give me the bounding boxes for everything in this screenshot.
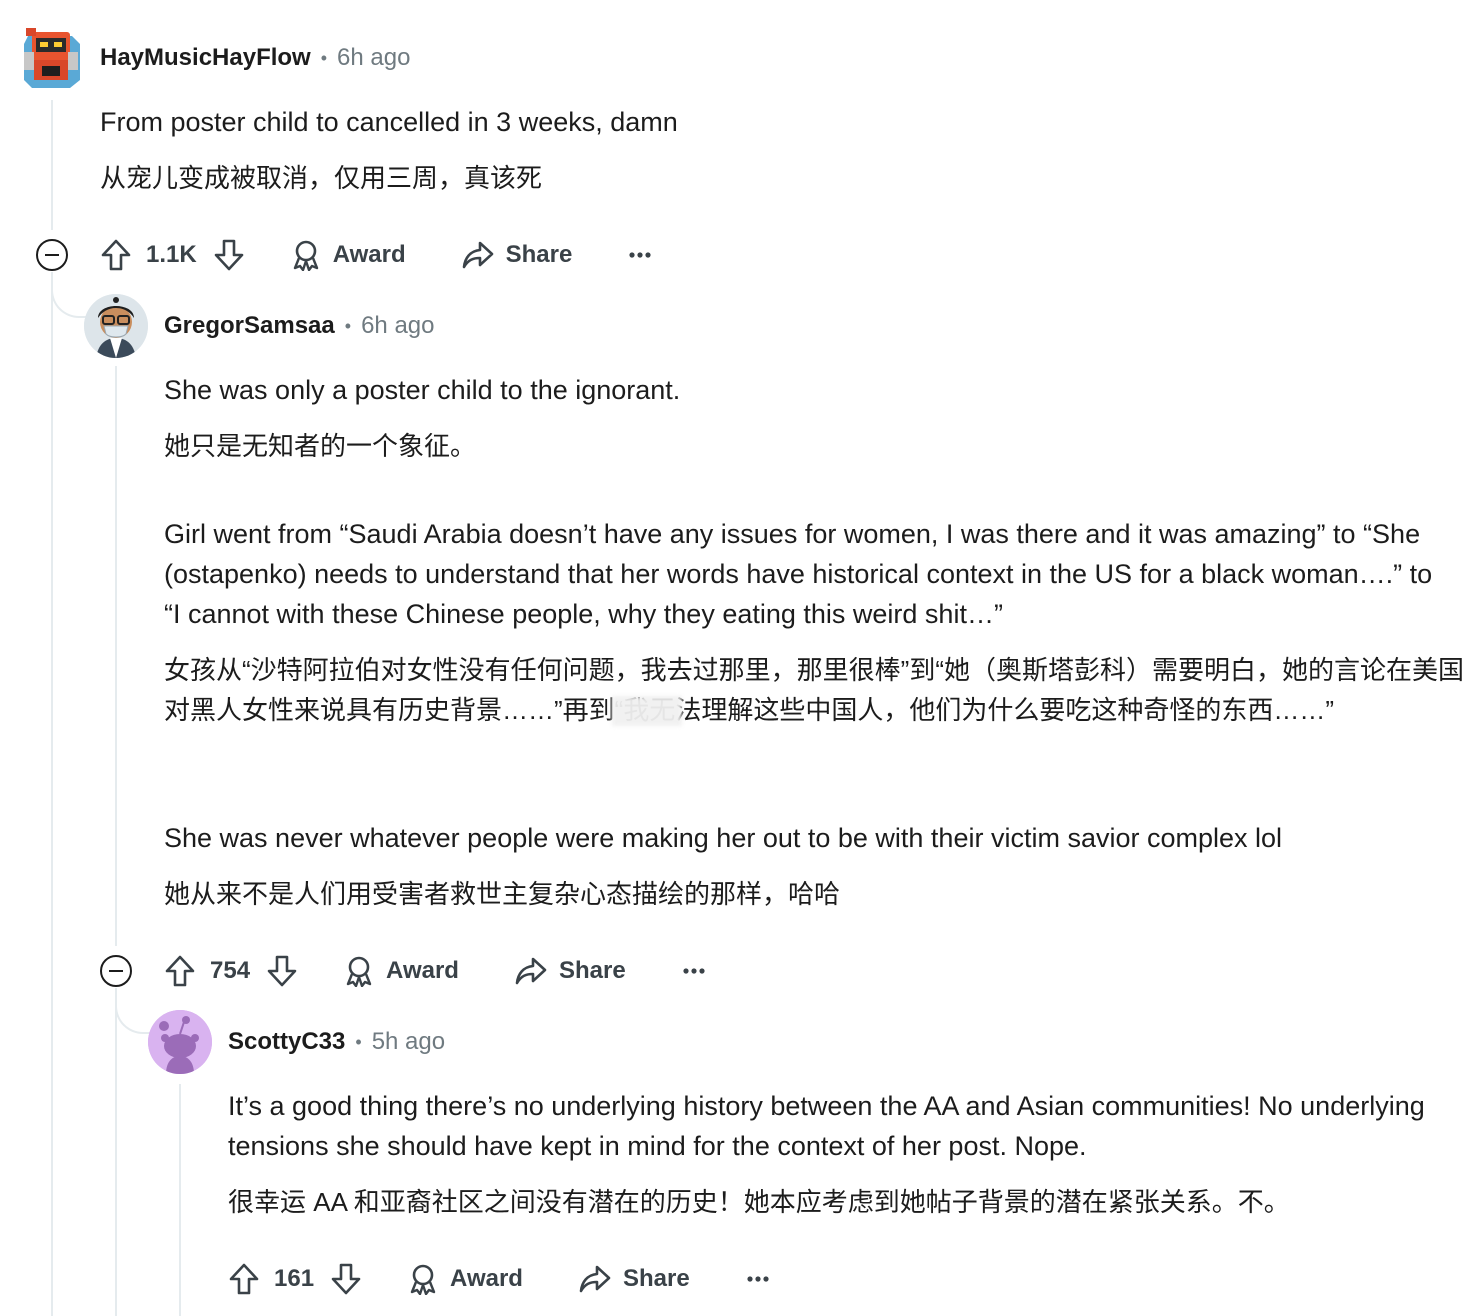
more-options-button[interactable] bbox=[628, 251, 652, 259]
share-button[interactable]: Share bbox=[462, 240, 573, 270]
masked-person-avatar-icon bbox=[84, 294, 148, 358]
award-label: Award bbox=[332, 241, 406, 268]
username[interactable]: ScottyC33 bbox=[228, 1028, 345, 1056]
thread-connector-reply-1 bbox=[51, 272, 87, 318]
separator-dot: • bbox=[344, 315, 352, 336]
comment-text-en: She was never whatever people were makin… bbox=[164, 823, 1283, 853]
collapse-thread-button[interactable] bbox=[36, 239, 68, 271]
comment-actions: 754 Award Share bbox=[164, 949, 706, 993]
avatar[interactable] bbox=[84, 294, 148, 358]
share-icon bbox=[515, 957, 547, 985]
thread-connector-reply-2 bbox=[115, 988, 151, 1034]
comment-meta: GregorSamsaa • 6h ago bbox=[164, 306, 434, 346]
comment-text-zh: 很幸运 AA 和亚裔社区之间没有潜在的历史！她本应考虑到她帖子背景的潜在紧张关系… bbox=[228, 1187, 1290, 1217]
upvote-icon[interactable] bbox=[164, 954, 196, 988]
comment-text-en: From poster child to cancelled in 3 week… bbox=[100, 107, 678, 137]
thread-line-reply-1 bbox=[115, 366, 117, 946]
ellipsis-icon bbox=[629, 252, 651, 258]
share-label: Share bbox=[505, 241, 573, 268]
upvote-icon[interactable] bbox=[100, 238, 132, 272]
comment-text-zh: 女孩从“沙特阿拉伯对女性没有任何问题，我去过那里，那里很棒”到“她（奥斯塔彭科）… bbox=[164, 655, 1464, 725]
ellipsis-icon bbox=[683, 968, 705, 974]
timestamp[interactable]: 5h ago bbox=[372, 1028, 445, 1056]
vote-count: 754 bbox=[210, 957, 251, 984]
share-icon bbox=[462, 241, 493, 269]
award-button[interactable]: Award bbox=[408, 1263, 523, 1295]
minus-icon bbox=[109, 970, 123, 972]
blurred-redaction bbox=[612, 696, 682, 726]
vote-count: 1.1K bbox=[146, 241, 197, 268]
vote-count: 161 bbox=[274, 1265, 315, 1292]
award-icon bbox=[346, 956, 372, 987]
comment-actions: 1.1K Award Share bbox=[100, 233, 652, 277]
snoo-avatar-icon bbox=[148, 1010, 212, 1074]
timestamp[interactable]: 6h ago bbox=[361, 312, 434, 340]
ellipsis-icon bbox=[747, 1276, 769, 1282]
comment-text-zh: 从宠儿变成被取消，仅用三周，真该死 bbox=[100, 163, 543, 193]
share-label: Share bbox=[622, 1265, 690, 1292]
thread-line-root-continue bbox=[51, 272, 53, 1316]
thread-line-reply-2 bbox=[179, 1084, 181, 1316]
minus-icon bbox=[45, 254, 59, 256]
downvote-icon[interactable] bbox=[330, 1262, 362, 1296]
award-icon bbox=[410, 1264, 436, 1295]
award-icon bbox=[293, 240, 318, 271]
robot-avatar-icon bbox=[24, 28, 80, 88]
share-button[interactable]: Share bbox=[515, 956, 626, 986]
upvote-icon[interactable] bbox=[228, 1262, 260, 1296]
thread-line-reply-1-continue bbox=[115, 988, 117, 1316]
separator-dot: • bbox=[320, 47, 328, 68]
separator-dot: • bbox=[355, 1031, 362, 1052]
comment-text-en: She was only a poster child to the ignor… bbox=[164, 375, 681, 405]
award-button[interactable]: Award bbox=[291, 239, 406, 271]
downvote-icon[interactable] bbox=[266, 954, 298, 988]
comment-text-zh: 她从来不是人们用受害者救世主复杂心态描绘的那样，哈哈 bbox=[164, 879, 841, 909]
avatar[interactable] bbox=[148, 1010, 212, 1074]
thread-line-root bbox=[51, 100, 53, 230]
comment-meta: ScottyC33 • 5h ago bbox=[228, 1022, 445, 1062]
award-label: Award bbox=[450, 1265, 523, 1292]
award-button[interactable]: Award bbox=[344, 955, 459, 987]
more-options-button[interactable] bbox=[746, 1275, 770, 1283]
downvote-icon[interactable] bbox=[213, 238, 245, 272]
share-button[interactable]: Share bbox=[579, 1264, 690, 1294]
comment-text-zh: 她只是无知者的一个象征。 bbox=[164, 431, 477, 461]
comment-text-en: Girl went from “Saudi Arabia doesn’t hav… bbox=[164, 519, 1433, 629]
collapse-thread-button[interactable] bbox=[100, 955, 132, 987]
share-label: Share bbox=[558, 957, 626, 984]
username[interactable]: GregorSamsaa bbox=[164, 312, 335, 340]
more-options-button[interactable] bbox=[682, 967, 706, 975]
timestamp[interactable]: 6h ago bbox=[337, 44, 410, 72]
award-label: Award bbox=[386, 957, 459, 984]
username[interactable]: HayMusicHayFlow bbox=[100, 44, 311, 72]
avatar[interactable] bbox=[20, 26, 84, 90]
comment-text-en: It’s a good thing there’s no underlying … bbox=[228, 1091, 1425, 1161]
comment-actions: 161 Award Share bbox=[228, 1257, 770, 1301]
comment-meta: HayMusicHayFlow • 6h ago bbox=[100, 38, 410, 78]
share-icon bbox=[579, 1265, 611, 1293]
